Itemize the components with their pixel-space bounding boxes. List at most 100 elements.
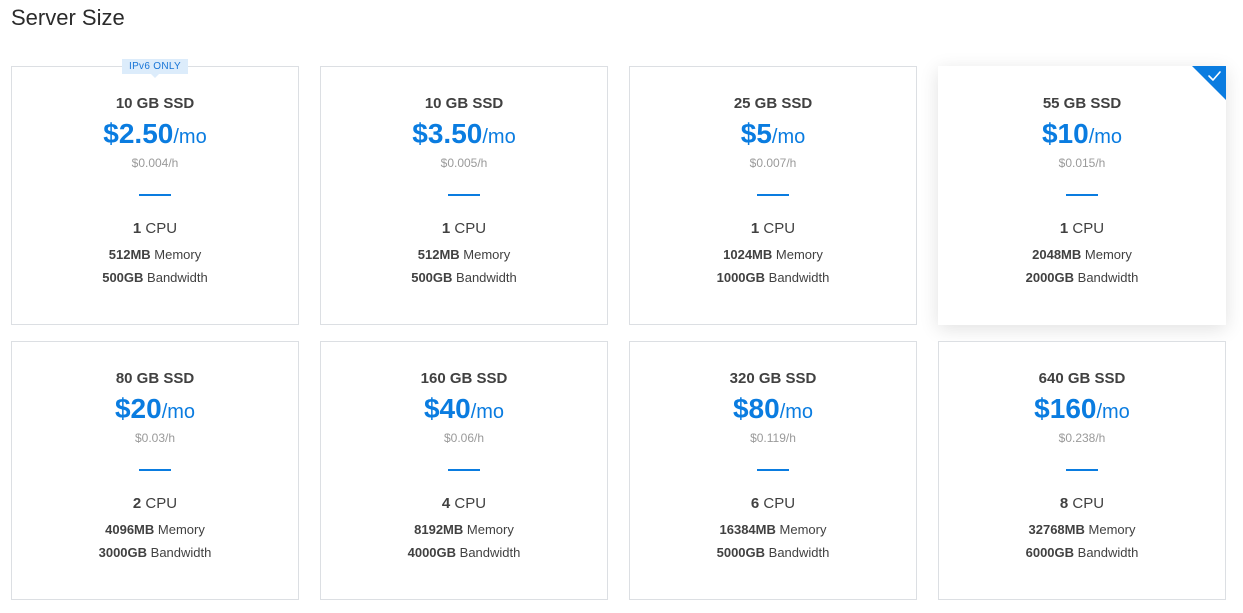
- bandwidth-label: Bandwidth: [768, 270, 830, 285]
- cpu-label: CPU: [145, 220, 178, 237]
- plan-bandwidth: 4000GB Bandwidth: [321, 545, 607, 560]
- price-amount: $2.50: [103, 118, 174, 149]
- plan-hourly-price: $0.03/h: [134, 431, 176, 445]
- plan-price: $3.50/mo: [321, 120, 607, 148]
- plan-price: $5/mo: [630, 120, 916, 148]
- plan-price: $2.50/mo: [12, 120, 298, 148]
- price-amount: $10: [1041, 118, 1089, 149]
- bandwidth-value: 6000GB: [1025, 545, 1075, 560]
- plan-cpu: 1 CPU: [939, 220, 1225, 237]
- bandwidth-value: 1000GB: [716, 270, 766, 285]
- plan-hourly-price: $0.015/h: [1058, 156, 1106, 170]
- plan-bandwidth: 6000GB Bandwidth: [939, 545, 1225, 560]
- bandwidth-label: Bandwidth: [1077, 545, 1139, 560]
- divider: [757, 469, 789, 471]
- plan-price: $20/mo: [12, 395, 298, 423]
- cpu-count: 4: [441, 495, 451, 512]
- cpu-count: 8: [1059, 495, 1069, 512]
- memory-label: Memory: [463, 247, 511, 262]
- price-period: /mo: [779, 401, 814, 423]
- page-title: Server Size: [11, 5, 125, 30]
- plan-storage: 160 GB SSD: [420, 370, 508, 387]
- memory-label: Memory: [779, 522, 827, 537]
- plan-card[interactable]: IPv6 ONLY 10 GB SSD $2.50/mo $0.004/h 1 …: [11, 59, 299, 325]
- plan-memory: 16384MB Memory: [630, 522, 916, 537]
- plan-storage: 80 GB SSD: [115, 370, 195, 387]
- plan-cpu: 1 CPU: [321, 220, 607, 237]
- bandwidth-value: 2000GB: [1025, 270, 1075, 285]
- memory-value: 32768MB: [1028, 522, 1085, 537]
- plan-card[interactable]: 160 GB SSD $40/mo $0.06/h 4 CPU 8192MB M…: [320, 341, 608, 600]
- bandwidth-label: Bandwidth: [456, 270, 517, 285]
- plan-memory: 2048MB Memory: [939, 247, 1225, 262]
- memory-value: 1024MB: [723, 247, 773, 262]
- plan-bandwidth: 2000GB Bandwidth: [939, 270, 1225, 285]
- price-amount: $40: [423, 393, 471, 424]
- cpu-label: CPU: [145, 495, 178, 512]
- plan-card[interactable]: 320 GB SSD $80/mo $0.119/h 6 CPU 16384MB…: [629, 341, 917, 600]
- cpu-label: CPU: [1072, 495, 1105, 512]
- memory-value: 8192MB: [414, 522, 464, 537]
- plan-hourly-price: $0.005/h: [440, 156, 488, 170]
- price-period: /mo: [1096, 401, 1130, 423]
- plan-card[interactable]: 80 GB SSD $20/mo $0.03/h 2 CPU 4096MB Me…: [11, 341, 299, 600]
- bandwidth-value: 500GB: [102, 270, 144, 285]
- divider: [139, 194, 171, 196]
- cpu-label: CPU: [454, 495, 487, 512]
- memory-value: 2048MB: [1032, 247, 1082, 262]
- plan-bandwidth: 500GB Bandwidth: [12, 270, 298, 285]
- plan-cpu: 6 CPU: [630, 495, 916, 512]
- plan-price: $80/mo: [630, 395, 916, 423]
- price-amount: $5: [740, 118, 772, 149]
- plan-hourly-price: $0.238/h: [1058, 431, 1106, 445]
- cpu-count: 1: [1059, 220, 1069, 237]
- plan-card-selected[interactable]: 55 GB SSD $10/mo $0.015/h 1 CPU 2048MB M…: [938, 66, 1226, 325]
- divider: [1066, 194, 1098, 196]
- ipv6-only-badge: IPv6 ONLY: [122, 59, 188, 78]
- cpu-label: CPU: [763, 495, 796, 512]
- selected-check-icon: [1192, 66, 1226, 100]
- plan-hourly-price: $0.06/h: [443, 431, 485, 445]
- bandwidth-label: Bandwidth: [1077, 270, 1139, 285]
- server-size-grid: IPv6 ONLY 10 GB SSD $2.50/mo $0.004/h 1 …: [11, 59, 1226, 600]
- memory-value: 16384MB: [719, 522, 776, 537]
- bandwidth-label: Bandwidth: [150, 545, 212, 560]
- cpu-label: CPU: [454, 220, 487, 237]
- cpu-count: 1: [132, 220, 142, 237]
- memory-value: 4096MB: [105, 522, 155, 537]
- memory-value: 512MB: [417, 247, 460, 262]
- plan-price: $10/mo: [939, 120, 1225, 148]
- memory-label: Memory: [157, 522, 205, 537]
- plan-storage: 10 GB SSD: [424, 95, 504, 112]
- cpu-count: 1: [750, 220, 760, 237]
- bandwidth-label: Bandwidth: [459, 545, 521, 560]
- plan-card[interactable]: 10 GB SSD $3.50/mo $0.005/h 1 CPU 512MB …: [320, 66, 608, 325]
- plan-card[interactable]: 25 GB SSD $5/mo $0.007/h 1 CPU 1024MB Me…: [629, 66, 917, 325]
- plan-price: $40/mo: [321, 395, 607, 423]
- bandwidth-label: Bandwidth: [147, 270, 208, 285]
- divider: [139, 469, 171, 471]
- price-amount: $80: [732, 393, 780, 424]
- bandwidth-value: 3000GB: [98, 545, 148, 560]
- plan-storage: 55 GB SSD: [1042, 95, 1122, 112]
- plan-bandwidth: 5000GB Bandwidth: [630, 545, 916, 560]
- divider: [1066, 469, 1098, 471]
- plan-storage: 320 GB SSD: [729, 370, 817, 387]
- plan-memory: 4096MB Memory: [12, 522, 298, 537]
- plan-storage: 25 GB SSD: [733, 95, 813, 112]
- plan-bandwidth: 3000GB Bandwidth: [12, 545, 298, 560]
- plan-cpu: 8 CPU: [939, 495, 1225, 512]
- price-amount: $3.50: [412, 118, 483, 149]
- price-period: /mo: [482, 126, 516, 148]
- price-amount: $160: [1034, 393, 1097, 424]
- plan-card[interactable]: 640 GB SSD $160/mo $0.238/h 8 CPU 32768M…: [938, 341, 1226, 600]
- bandwidth-value: 500GB: [411, 270, 453, 285]
- plan-bandwidth: 1000GB Bandwidth: [630, 270, 916, 285]
- memory-label: Memory: [1084, 247, 1132, 262]
- price-period: /mo: [470, 401, 505, 423]
- memory-label: Memory: [1088, 522, 1136, 537]
- price-amount: $20: [114, 393, 162, 424]
- plan-cpu: 2 CPU: [12, 495, 298, 512]
- plan-cpu: 1 CPU: [630, 220, 916, 237]
- plan-memory: 32768MB Memory: [939, 522, 1225, 537]
